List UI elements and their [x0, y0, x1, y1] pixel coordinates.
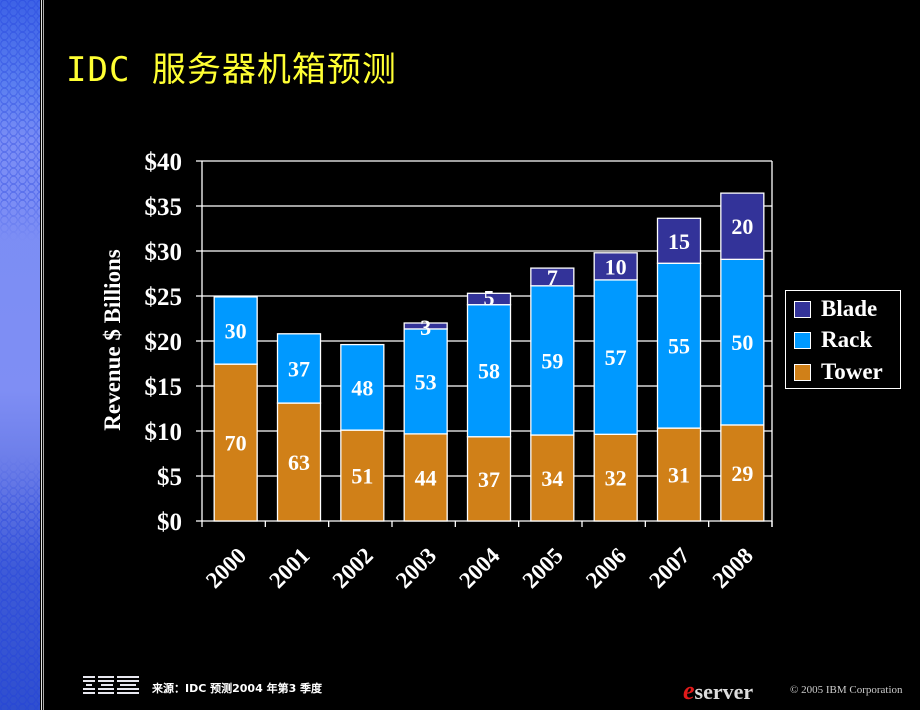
data-label-blade: 5 [484, 285, 495, 310]
data-label-rack: 57 [605, 345, 627, 370]
data-label-blade: 7 [547, 265, 558, 290]
y-tick-label: $25 [145, 284, 183, 311]
ibm-logo [83, 676, 139, 694]
data-label-rack: 58 [478, 359, 500, 384]
data-label-blade: 3 [420, 315, 431, 340]
data-label-tower: 70 [225, 431, 247, 456]
legend-item-tower: Tower [794, 359, 883, 384]
copyright: © 2005 IBM Corporation [790, 684, 903, 696]
x-tick-label: 2000 [201, 543, 251, 593]
legend-swatch-tower [794, 363, 811, 381]
y-axis-label: Revenue $ Billions [100, 249, 125, 431]
data-label-tower: 44 [415, 465, 437, 490]
eserver-logo: eserver [683, 676, 753, 706]
data-label-tower: 31 [668, 463, 690, 488]
legend-swatch-rack [794, 331, 811, 349]
x-tick-label: 2003 [391, 543, 441, 593]
legend-swatch-blade [794, 300, 811, 318]
source-note: 来源：IDC 预测2004 年第3 季度 [152, 682, 323, 695]
data-label-rack: 53 [415, 369, 437, 394]
stacked-bar-chart: $0 $5 $10 $15 $20 $25 $30 $35 $40 Revenue $ Billi… [100, 149, 773, 594]
y-tick-label: $5 [157, 464, 182, 491]
x-tick-label: 2007 [644, 543, 694, 593]
legend-label-rack: Rack [821, 327, 873, 352]
y-tick-label: $30 [145, 239, 183, 266]
data-label-blade: 15 [668, 229, 690, 254]
data-label-rack: 59 [541, 348, 563, 373]
x-tick-label: 2002 [328, 543, 378, 593]
x-tick-label: 2001 [264, 543, 314, 593]
x-tick-label: 2006 [581, 543, 631, 593]
y-tick-label: $40 [145, 149, 183, 176]
y-tick-label: $0 [157, 509, 182, 536]
eserver-e-mark: e [683, 676, 695, 705]
legend-label-blade: Blade [821, 296, 878, 321]
data-label-rack: 37 [288, 356, 310, 381]
y-tick-label: $10 [145, 419, 183, 446]
data-label-tower: 63 [288, 450, 310, 475]
data-label-rack: 30 [225, 319, 247, 344]
data-label-blade: 20 [731, 214, 753, 239]
data-label-tower: 37 [478, 467, 500, 492]
x-tick-label: 2005 [518, 543, 568, 593]
data-label-rack: 50 [731, 330, 753, 355]
legend-item-rack: Rack [794, 327, 873, 352]
y-tick-label: $35 [145, 194, 183, 221]
data-label-tower: 51 [351, 464, 373, 489]
data-label-rack: 48 [351, 375, 373, 400]
y-tick-label: $20 [145, 329, 183, 356]
legend-label-tower: Tower [821, 359, 883, 384]
x-tick-label: 2008 [708, 543, 758, 593]
data-label-tower: 29 [731, 461, 753, 486]
data-label-tower: 32 [605, 466, 627, 491]
eserver-wordmark: server [694, 679, 754, 704]
x-tick-label: 2004 [454, 543, 505, 594]
data-label-blade: 10 [605, 254, 627, 279]
y-tick-label: $15 [145, 374, 183, 401]
data-label-rack: 55 [668, 334, 690, 359]
legend-item-blade: Blade [794, 296, 878, 321]
data-label-tower: 34 [541, 466, 563, 491]
chart-legend: Blade Rack Tower [785, 290, 901, 389]
